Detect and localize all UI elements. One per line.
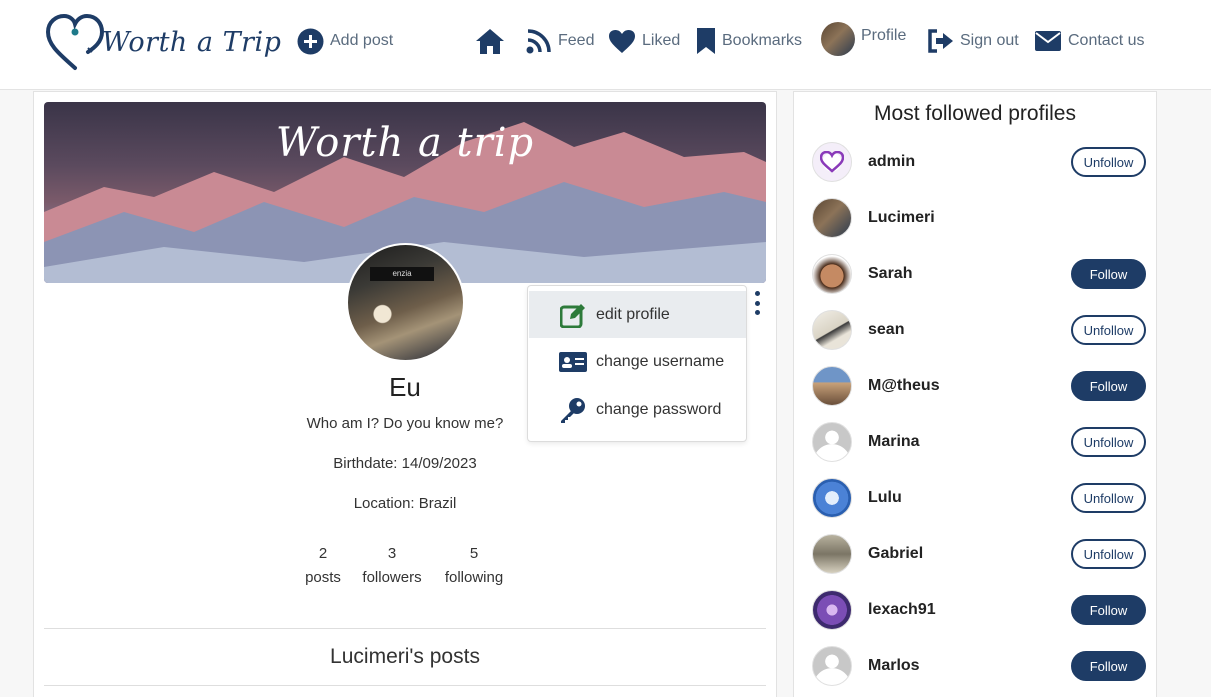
heart-icon (608, 29, 636, 54)
nav-feed-label: Feed (558, 32, 595, 49)
follow-button[interactable]: Follow (1071, 595, 1146, 625)
nav-sign-out-label: Sign out (960, 32, 1019, 49)
avatar (812, 366, 852, 406)
default-avatar-icon (812, 422, 852, 462)
profile-list-item[interactable]: Gabriel Unfollow (812, 533, 1146, 575)
profile-username: Sarah (868, 265, 913, 282)
stat-followers-value: 3 (387, 545, 397, 562)
profile-username: M@theus (868, 377, 940, 394)
home-icon (474, 27, 506, 55)
profile-list-item[interactable]: Lulu Unfollow (812, 477, 1146, 519)
rss-feed-icon (526, 28, 552, 54)
stat-posts-value: 2 (318, 545, 328, 562)
unfollow-button[interactable]: Unfollow (1071, 427, 1146, 457)
follow-button[interactable]: Follow (1071, 259, 1146, 289)
profile-username: Gabriel (868, 545, 924, 562)
avatar (812, 254, 852, 294)
envelope-icon (1034, 30, 1062, 52)
menu-change-username-label: change username (596, 352, 725, 370)
profile-birthdate: Birthdate: 14/09/2023 (333, 455, 477, 472)
avatar (812, 198, 852, 238)
nav-contact-label: Contact us (1068, 32, 1145, 49)
stat-following-label: following (444, 569, 504, 586)
more-options-icon[interactable] (753, 291, 761, 315)
nav-bookmarks-label: Bookmarks (722, 32, 803, 49)
profile-list-item[interactable]: Marlos Follow (812, 645, 1146, 687)
profile-location: Location: Brazil (353, 495, 457, 512)
profile-list-item[interactable]: admin Unfollow (812, 141, 1146, 183)
stat-followers[interactable]: 3 followers (356, 542, 428, 590)
stat-following[interactable]: 5 following (437, 542, 511, 590)
unfollow-button[interactable]: Unfollow (1071, 539, 1146, 569)
profile-list-item[interactable]: M@theus Follow (812, 365, 1146, 407)
stat-following-value: 5 (469, 545, 479, 562)
avatar (812, 478, 852, 518)
avatar (812, 310, 852, 350)
stat-posts-label: posts (305, 569, 341, 586)
profile-username: Lulu (868, 489, 902, 506)
profile-list-item[interactable]: Lucimeri (812, 197, 1146, 239)
menu-change-password-label: change password (596, 400, 722, 418)
avatar-sign-text: enzia (370, 267, 434, 281)
user-avatar (821, 22, 855, 56)
nav-contact[interactable]: Contact us (1034, 24, 1144, 58)
nav-feed[interactable]: Feed (526, 24, 594, 58)
nav-liked-label: Liked (642, 32, 681, 49)
unfollow-button[interactable]: Unfollow (1071, 147, 1146, 177)
logo-text: Worth a Trip (102, 26, 282, 58)
avatar (812, 534, 852, 574)
profile-list-item[interactable]: Marina Unfollow (812, 421, 1146, 463)
profile-name: Eu (389, 372, 421, 402)
nav-bookmarks[interactable]: Bookmarks (696, 24, 802, 58)
section-divider (44, 685, 766, 686)
profile-username: Lucimeri (868, 209, 935, 226)
menu-edit-profile[interactable]: edit profile (529, 291, 746, 338)
nav-add-post-label: Add post (330, 32, 394, 49)
nav-profile[interactable]: Profile (821, 22, 906, 56)
nav-liked[interactable]: Liked (608, 24, 680, 58)
nav-home[interactable] (474, 24, 512, 58)
site-logo[interactable]: Worth a Trip (44, 12, 281, 72)
heart-logo-icon (820, 151, 844, 173)
profile-card: Worth a trip enzia edit profile change u… (33, 91, 777, 697)
profile-options-menu: edit profile change username change pass… (527, 285, 747, 442)
plus-circle-icon (297, 28, 324, 55)
stat-posts[interactable]: 2 posts (297, 542, 349, 590)
follow-button[interactable]: Follow (1071, 651, 1146, 681)
nav-sign-out[interactable]: Sign out (927, 24, 1019, 58)
profile-username: admin (868, 153, 916, 170)
bookmark-icon (696, 27, 716, 55)
default-avatar-icon (812, 646, 852, 686)
unfollow-button[interactable]: Unfollow (1071, 483, 1146, 513)
id-card-icon (558, 351, 588, 373)
profile-list-item[interactable]: sean Unfollow (812, 309, 1146, 351)
profile-list-item[interactable]: lexach91 Follow (812, 589, 1146, 631)
profile-username: Marlos (868, 657, 920, 674)
profile-bio: Who am I? Do you know me? (306, 415, 504, 432)
follow-button[interactable]: Follow (1071, 371, 1146, 401)
stat-followers-label: followers (362, 569, 422, 586)
profile-username: sean (868, 321, 905, 338)
unfollow-button[interactable]: Unfollow (1071, 315, 1146, 345)
avatar (812, 590, 852, 630)
nav-profile-label: Profile (861, 27, 907, 44)
profile-avatar: enzia (346, 243, 465, 362)
banner-title: Worth a trip (275, 120, 535, 166)
top-navbar: Worth a Trip Add post Feed Liked Bookmar… (0, 0, 1211, 90)
profile-username: Marina (868, 433, 920, 450)
sign-out-icon (927, 29, 954, 53)
edit-icon (558, 302, 588, 328)
avatar (812, 142, 852, 182)
nav-add-post[interactable]: Add post (297, 24, 393, 58)
profile-list-item[interactable]: Sarah Follow (812, 253, 1146, 295)
section-divider (44, 628, 766, 629)
profile-username: lexach91 (868, 601, 936, 618)
most-followed-card: Most followed profiles admin Unfollow Lu… (793, 91, 1157, 697)
menu-edit-profile-label: edit profile (596, 305, 670, 323)
heart-logo-icon (45, 13, 105, 70)
posts-section-title: Lucimeri's posts (330, 645, 480, 668)
most-followed-title: Most followed profiles (874, 102, 1076, 125)
